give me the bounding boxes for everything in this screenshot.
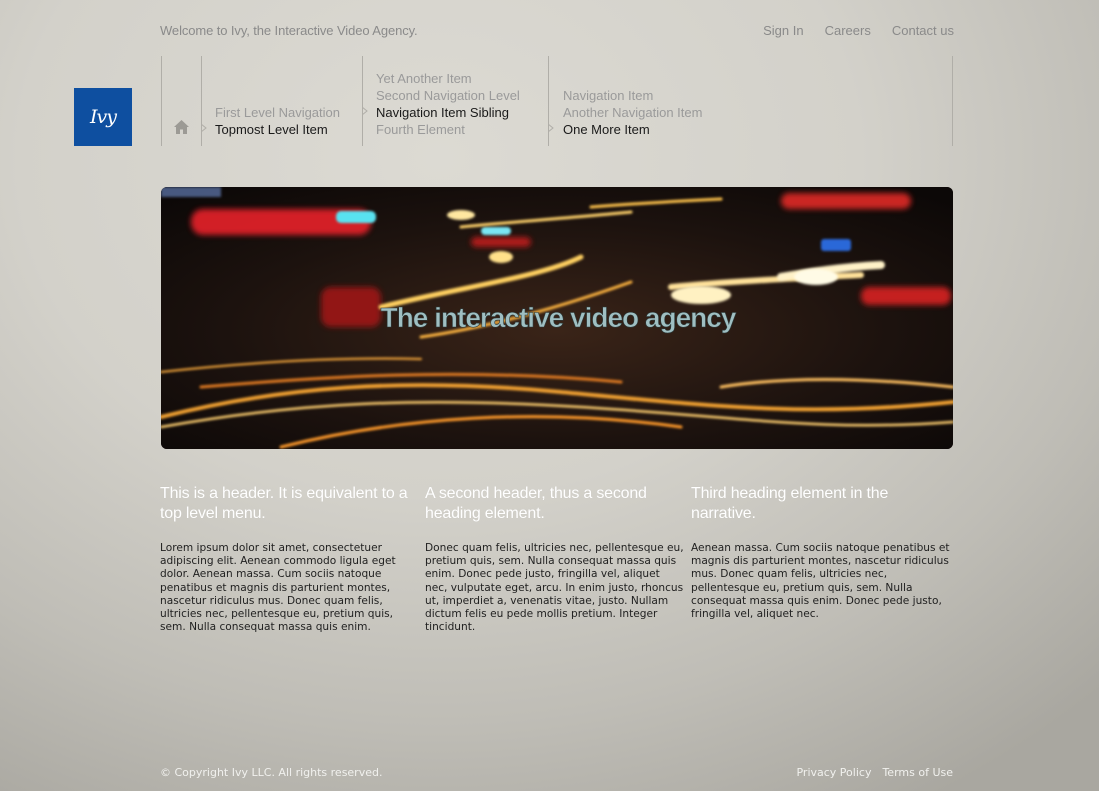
content-column-3: Third heading element in the narrative. … [691, 484, 951, 621]
nav-level-1: First Level Navigation Topmost Level Ite… [215, 104, 340, 138]
nav-item-another-navigation-item[interactable]: Another Navigation Item [563, 104, 702, 121]
nav-item-second-navigation-level[interactable]: Second Navigation Level [376, 87, 520, 104]
nav-divider [201, 56, 202, 146]
content-column-2: A second header, thus a second heading e… [425, 484, 685, 634]
nav-item-one-more-item[interactable]: One More Item [563, 121, 702, 138]
hero-headline: The interactive video agency [381, 302, 737, 333]
site-tagline: Welcome to Ivy, the Interactive Video Ag… [160, 23, 418, 38]
nav-item-first-level-navigation[interactable]: First Level Navigation [215, 104, 340, 121]
nav-item-navigation-item-sibling[interactable]: Navigation Item Sibling [376, 104, 520, 121]
nav-item-topmost-level-item[interactable]: Topmost Level Item [215, 121, 340, 138]
chevron-right-icon [201, 124, 207, 132]
privacy-policy-link[interactable]: Privacy Policy [796, 766, 871, 779]
top-links: Sign In Careers Contact us [763, 23, 954, 38]
chevron-right-icon [548, 124, 554, 132]
terms-of-use-link[interactable]: Terms of Use [882, 766, 953, 779]
column-heading: Third heading element in the narrative. [691, 485, 889, 522]
logo-text: Ivy [90, 106, 117, 128]
chevron-right-icon [362, 107, 368, 115]
nav-divider [548, 56, 549, 146]
column-body: Donec quam felis, ultricies nec, pellent… [425, 542, 684, 634]
nav-item-navigation-item[interactable]: Navigation Item [563, 87, 702, 104]
nav-item-fourth-element[interactable]: Fourth Element [376, 121, 520, 138]
copyright-text: © Copyright Ivy LLC. All rights reserved… [160, 766, 383, 779]
home-icon[interactable] [173, 119, 190, 135]
hero-banner: The interactive video agency [161, 187, 953, 449]
nav-level-3: Navigation Item Another Navigation Item … [563, 87, 702, 138]
column-body: Lorem ipsum dolor sit amet, consectetuer… [160, 542, 396, 634]
column-heading: This is a header. It is equivalent to a … [160, 485, 408, 522]
ivy-logo[interactable]: Ivy [74, 88, 132, 146]
nav-divider [161, 56, 162, 146]
footer-links: Privacy Policy Terms of Use [796, 766, 953, 779]
column-body: Aenean massa. Cum sociis natoque penatib… [691, 542, 950, 621]
nav-divider [362, 56, 363, 146]
sign-in-link[interactable]: Sign In [763, 23, 803, 38]
nav-level-2: Yet Another Item Second Navigation Level… [376, 70, 520, 138]
column-heading: A second header, thus a second heading e… [425, 485, 647, 522]
contact-us-link[interactable]: Contact us [892, 23, 954, 38]
nav-divider [952, 56, 953, 146]
content-column-1: This is a header. It is equivalent to a … [160, 484, 410, 634]
nav-item-yet-another-item[interactable]: Yet Another Item [376, 70, 520, 87]
careers-link[interactable]: Careers [825, 23, 871, 38]
hero-light-trails-image: The interactive video agency [161, 187, 953, 449]
